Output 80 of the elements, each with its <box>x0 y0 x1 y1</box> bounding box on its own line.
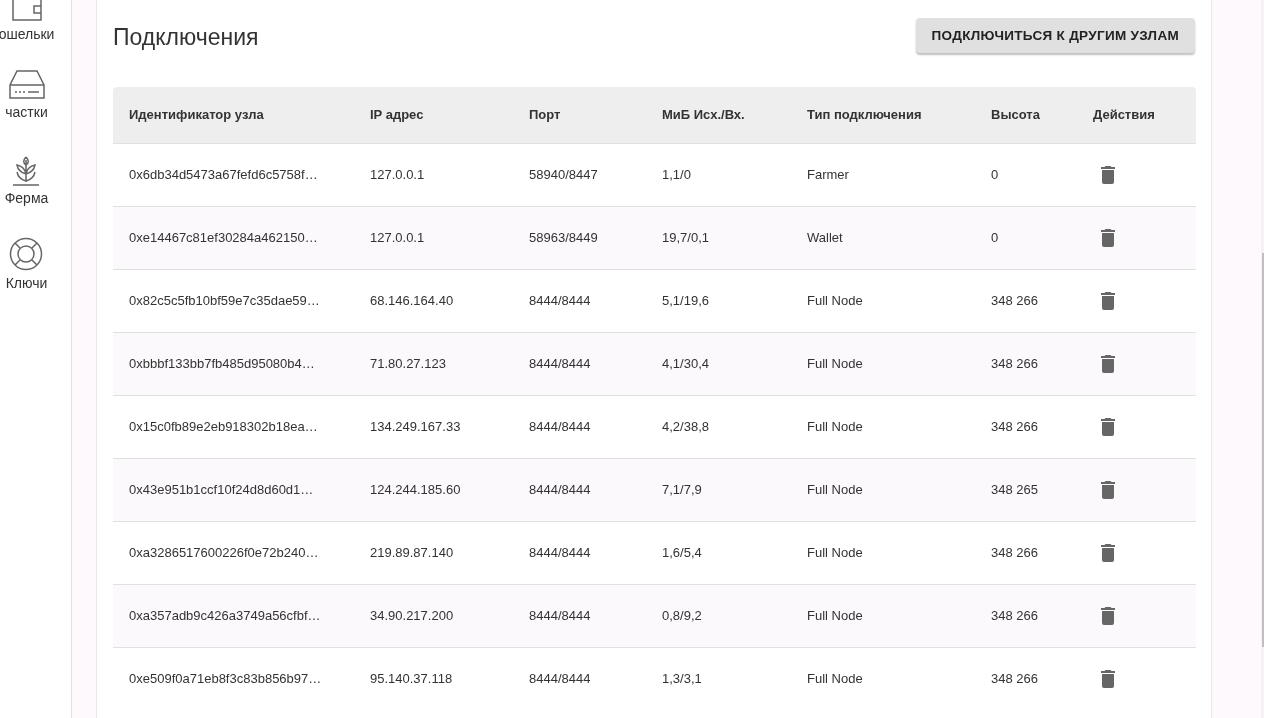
delete-icon[interactable] <box>1101 354 1115 373</box>
table-cell: 8444/8444 <box>513 521 646 584</box>
table-cell: Full Node <box>791 584 975 647</box>
table-cell: 1,6/5,4 <box>646 521 791 584</box>
delete-icon[interactable] <box>1101 165 1115 184</box>
delete-icon[interactable] <box>1101 480 1115 499</box>
delete-icon[interactable] <box>1101 606 1115 625</box>
table-cell: 348 266 <box>975 521 1077 584</box>
table-cell: 8444/8444 <box>513 584 646 647</box>
table-cell: 0xe14467c81ef30284a462150… <box>113 206 354 269</box>
table-cell: 71.80.27.123 <box>354 332 513 395</box>
table-cell: 348 266 <box>975 584 1077 647</box>
table-cell: 0 <box>975 206 1077 269</box>
table-cell: 348 266 <box>975 647 1077 710</box>
table-cell: Full Node <box>791 647 975 710</box>
table-cell: 127.0.0.1 <box>354 143 513 206</box>
table-cell: 0xa357adb9c426a3749a56cfbf… <box>113 584 354 647</box>
table-cell: 0x15c0fb89e2eb918302b18ea… <box>113 395 354 458</box>
delete-icon[interactable] <box>1101 291 1115 310</box>
column-header: IP адрес <box>354 87 513 143</box>
table-cell: 0 <box>975 143 1077 206</box>
wallet-icon[interactable] <box>11 0 42 22</box>
column-header: Действия <box>1077 87 1196 143</box>
table-cell: 1,3/3,1 <box>646 647 791 710</box>
table-cell: 5,1/19,6 <box>646 269 791 332</box>
column-header: Высота <box>975 87 1077 143</box>
nav-label[interactable]: Ферма <box>4 190 49 206</box>
delete-icon[interactable] <box>1101 669 1115 688</box>
table-cell: 0xbbbf133bb7fb485d95080b4… <box>113 332 354 395</box>
table-cell: 0xa3286517600226f0e72b240… <box>113 521 354 584</box>
table-cell: Full Node <box>791 395 975 458</box>
table-cell: 8444/8444 <box>513 332 646 395</box>
table-cell: 58940/8447 <box>513 143 646 206</box>
column-header: МиБ Исх./Вх. <box>646 87 791 143</box>
table-cell: 0x6db34d5473a67fefd6c5758f… <box>113 143 354 206</box>
table-cell: 8444/8444 <box>513 647 646 710</box>
table-cell: 95.140.37.118 <box>354 647 513 710</box>
table-cell: 8444/8444 <box>513 269 646 332</box>
table-cell: 219.89.87.140 <box>354 521 513 584</box>
table-cell: 8444/8444 <box>513 458 646 521</box>
table-cell: 0x43e951b1ccf10f24d8d60d1… <box>113 458 354 521</box>
table-cell: 19,7/0,1 <box>646 206 791 269</box>
nav-label[interactable]: частки <box>5 104 48 120</box>
table-cell: 134.249.167.33 <box>354 395 513 458</box>
delete-icon[interactable] <box>1101 228 1115 247</box>
hard-drive-icon[interactable] <box>8 70 45 100</box>
table-cell: 348 266 <box>975 269 1077 332</box>
plant-icon[interactable] <box>11 154 42 186</box>
table-cell: Wallet <box>791 206 975 269</box>
table-cell: 0xe509f0a71eb8f3c83b856b97… <box>113 647 354 710</box>
table-cell: 348 266 <box>975 395 1077 458</box>
column-header: Идентификатор узла <box>113 87 354 143</box>
table-cell: 4,1/30,4 <box>646 332 791 395</box>
table-cell: 0x82c5c5fb10bf59e7c35dae59… <box>113 269 354 332</box>
table-cell: 124.244.185.60 <box>354 458 513 521</box>
table-cell: 348 266 <box>975 332 1077 395</box>
section-title: Подключения <box>113 23 259 51</box>
lifebuoy-icon[interactable] <box>9 237 44 271</box>
table-cell: 348 265 <box>975 458 1077 521</box>
table-cell: 34.90.217.200 <box>354 584 513 647</box>
table-cell: 0,8/9,2 <box>646 584 791 647</box>
column-header: Порт <box>513 87 646 143</box>
nav-label[interactable]: ошельки <box>0 26 55 42</box>
connect-to-nodes-button[interactable]: ПОДКЛЮЧИТЬСЯ К ДРУГИМ УЗЛАМ <box>915 17 1195 53</box>
delete-icon[interactable] <box>1101 417 1115 436</box>
table-cell: 7,1/7,9 <box>646 458 791 521</box>
table-cell: Full Node <box>791 521 975 584</box>
table-cell: 8444/8444 <box>513 395 646 458</box>
table-cell: 4,2/38,8 <box>646 395 791 458</box>
nav-label[interactable]: Ключи <box>5 275 48 291</box>
table-cell: 58963/8449 <box>513 206 646 269</box>
table-cell: 127.0.0.1 <box>354 206 513 269</box>
table-cell: Full Node <box>791 458 975 521</box>
table-cell: 68.146.164.40 <box>354 269 513 332</box>
table-cell: Full Node <box>791 269 975 332</box>
table-cell: Farmer <box>791 143 975 206</box>
table-cell: Full Node <box>791 332 975 395</box>
delete-icon[interactable] <box>1101 543 1115 562</box>
table-cell: 1,1/0 <box>646 143 791 206</box>
column-header: Тип подключения <box>791 87 975 143</box>
